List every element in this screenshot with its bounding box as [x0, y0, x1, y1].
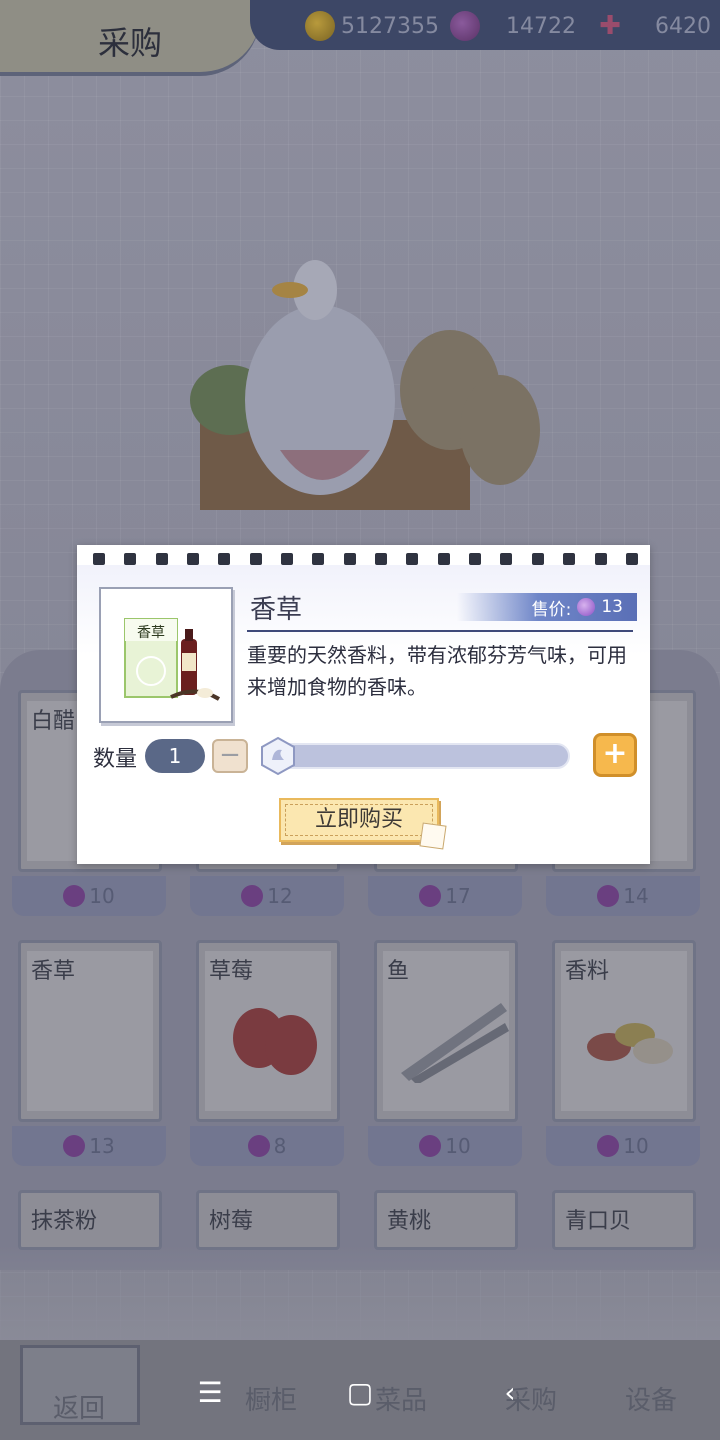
shop-card[interactable]: 黄桃	[368, 1190, 522, 1250]
header-divider	[247, 630, 633, 632]
quantity-value: 1	[145, 739, 205, 773]
gem-currency: 14722	[450, 10, 576, 42]
top-bar: 采购 5127355 14722 ✚ 6420	[0, 0, 720, 78]
shop-card-name: 香料	[565, 959, 610, 984]
gem-icon	[63, 1135, 86, 1157]
shop-card[interactable]: 草莓 8	[190, 940, 344, 1170]
shop-card-name: 树莓	[209, 1209, 254, 1234]
shop-card-price: 10	[623, 1134, 649, 1158]
bottom-fade	[0, 1245, 720, 1345]
strawberry-icon	[233, 1008, 317, 1075]
title-tab: 采购	[0, 0, 260, 76]
buy-now-button[interactable]: 立即购买	[279, 798, 447, 850]
gold-currency: 5127355	[305, 10, 439, 42]
vanilla-box-label: 香草	[137, 625, 165, 641]
gem-icon	[241, 885, 264, 907]
shop-card[interactable]: 香草 13	[12, 940, 166, 1170]
currency-bar: 5127355 14722 ✚ 6420	[250, 0, 720, 50]
item-image-frame: 香草	[99, 587, 233, 723]
decrease-quantity-button[interactable]: −	[212, 739, 248, 773]
back-tab[interactable]: 返回	[20, 1345, 140, 1425]
shop-card[interactable]: 树莓	[190, 1190, 344, 1250]
nav-item-equipment[interactable]: 设备	[625, 1380, 677, 1417]
shop-card-name: 黄桃	[387, 1209, 432, 1234]
paper-fold-icon	[419, 822, 447, 850]
gem-value: 14722	[506, 13, 576, 39]
shop-card-price: 17	[445, 884, 471, 908]
purple-gem-icon	[577, 598, 596, 616]
increase-quantity-button[interactable]: +	[593, 733, 637, 777]
shop-card[interactable]: 香料 10	[546, 940, 700, 1170]
nav-item-dishes[interactable]: 菜品	[375, 1380, 427, 1417]
price-label: 售价:	[531, 599, 572, 620]
system-back-button[interactable]: ‹	[490, 1372, 530, 1412]
fish-icon	[401, 1003, 509, 1083]
gem-icon	[419, 1135, 442, 1157]
slider-handle-icon[interactable]	[258, 736, 298, 776]
notebook-holes	[93, 553, 638, 565]
shop-card[interactable]: 鱼 10	[368, 940, 522, 1170]
price-value: 13	[601, 597, 623, 617]
shop-card[interactable]: 抹茶粉	[12, 1190, 166, 1250]
shop-card-name: 青口贝	[565, 1209, 632, 1234]
shop-card-name: 白醋	[31, 709, 76, 734]
gem-icon	[597, 1135, 620, 1157]
item-description: 重要的天然香料，带有浓郁芬芳气味，可用来增加食物的香味。	[247, 643, 627, 699]
goose-chef-illustration	[190, 260, 540, 510]
wand-value: 6420	[655, 13, 711, 39]
shop-card-price: 8	[273, 1134, 287, 1158]
gem-icon	[597, 885, 620, 907]
wand-plus-icon[interactable]: ✚	[595, 11, 625, 41]
price-tag: 售价: 13	[457, 593, 637, 621]
shop-card-price: 10	[89, 884, 115, 908]
gem-icon	[419, 885, 442, 907]
buy-now-label: 立即购买	[314, 807, 403, 832]
shop-card-price: 14	[623, 884, 649, 908]
shop-card-name: 抹茶粉	[31, 1209, 98, 1234]
wand-currency[interactable]: ✚ 6420	[595, 10, 711, 42]
page-title: 采购	[98, 24, 163, 62]
shop-card-name: 香草	[31, 959, 76, 984]
item-name: 香草	[250, 595, 303, 625]
vanilla-icon: 香草	[124, 618, 221, 701]
shop-card[interactable]: 青口贝	[546, 1190, 700, 1250]
back-tab-label: 返回	[53, 1394, 106, 1424]
shop-card-name: 鱼	[387, 959, 410, 984]
system-menu-button[interactable]: ☰	[190, 1372, 230, 1412]
spice-bowls-icon	[587, 1023, 673, 1064]
quantity-label: 数量	[93, 747, 138, 772]
shop-card-price: 10	[445, 1134, 471, 1158]
shop-card-price: 12	[267, 884, 293, 908]
purchase-dialog: 香草 香草 售价: 13 重要的天然香料，带有浓郁芬芳气味，可用来增加食物的香味…	[77, 545, 650, 864]
gold-coin-icon	[305, 11, 335, 41]
shop-card-name: 草莓	[209, 959, 254, 984]
purple-gem-icon	[450, 11, 480, 41]
quantity-slider[interactable]	[262, 743, 570, 769]
gold-value: 5127355	[341, 13, 439, 39]
nav-item-cabinet[interactable]: 橱柜	[245, 1380, 297, 1417]
gem-icon	[247, 1135, 270, 1157]
system-home-button[interactable]: ▢	[340, 1372, 380, 1412]
gem-icon	[63, 885, 86, 907]
shop-card-price: 13	[89, 1134, 115, 1158]
